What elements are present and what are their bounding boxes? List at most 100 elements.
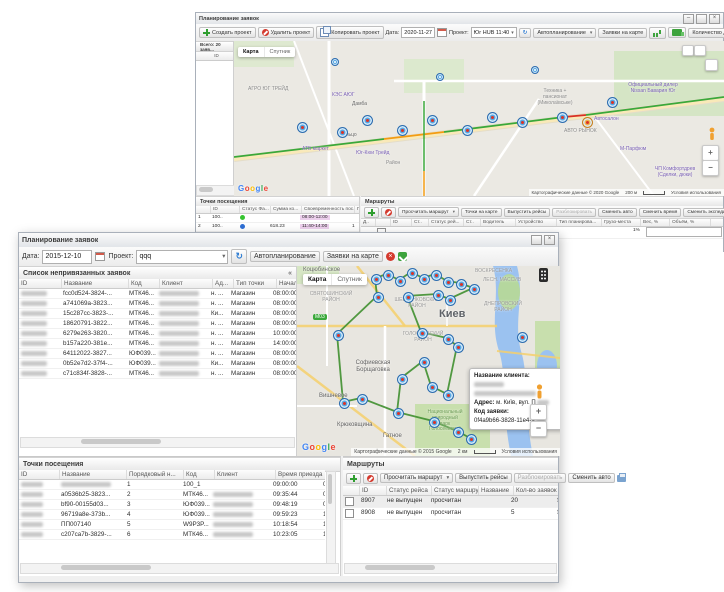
clear-button[interactable]: × bbox=[386, 252, 395, 261]
column-header[interactable]: Грузо-ме... bbox=[355, 206, 359, 213]
bg-zoom-out-button[interactable]: − bbox=[702, 160, 719, 176]
route-stop-marker[interactable] bbox=[419, 357, 430, 368]
route-stop-marker[interactable] bbox=[393, 408, 404, 419]
table-row[interactable]: 0b52e7d2-37f4-...ЮФ039...Ки...Магазин08:… bbox=[19, 359, 296, 369]
column-header[interactable]: Статус рейса bbox=[387, 486, 432, 495]
column-header[interactable]: Своевременность пос... bbox=[302, 206, 355, 213]
route-stop-marker[interactable] bbox=[469, 284, 480, 295]
column-header[interactable]: Название bbox=[479, 486, 514, 495]
table-row[interactable]: ПП0071405W9P3P...10:18:541 bbox=[19, 520, 325, 530]
table-row[interactable]: bf90-00155d03...3ЮФ039...09:48:190 bbox=[19, 500, 325, 510]
bg-layer-satellite-button[interactable]: Спутник bbox=[264, 47, 296, 57]
copy-project-button[interactable]: Копировать проект bbox=[316, 26, 383, 39]
route-stop-marker[interactable] bbox=[443, 334, 454, 345]
bg-add-route-button[interactable] bbox=[364, 207, 379, 218]
date-input[interactable]: 2020-11-27 bbox=[401, 27, 435, 38]
column-header[interactable]: Статус Фа... bbox=[240, 206, 271, 213]
bg-calc-route-button[interactable]: Просчитать маршрут bbox=[398, 207, 459, 217]
column-header[interactable]: ID bbox=[19, 279, 62, 288]
refresh-button[interactable]: ↻ bbox=[519, 28, 532, 38]
remove-route-button[interactable] bbox=[363, 473, 378, 484]
route-stop-marker[interactable] bbox=[557, 112, 568, 123]
project-select[interactable]: qqq bbox=[136, 250, 228, 264]
route-stop-marker[interactable] bbox=[582, 117, 593, 128]
route-stop-marker[interactable] bbox=[443, 277, 454, 288]
autoplan-button[interactable]: Автопланирование bbox=[533, 28, 596, 38]
add-route-button[interactable] bbox=[346, 473, 361, 484]
column-header[interactable]: Код bbox=[129, 279, 160, 288]
routes-map-button[interactable] bbox=[398, 252, 407, 261]
column-header[interactable]: Объём, % bbox=[670, 219, 711, 226]
table-row[interactable]: 8907не выпущенпросчитан20SGU_TST1 ( bbox=[343, 496, 558, 508]
column-header[interactable]: Начало работ bbox=[277, 279, 296, 288]
fg-unassigned-hscroll[interactable] bbox=[20, 437, 295, 448]
table-row[interactable]: 64112022-3827...ЮФ039...н. ...Магазин08:… bbox=[19, 349, 296, 359]
calendar-icon[interactable] bbox=[437, 28, 447, 37]
bg-change-time-button[interactable]: Сменить время bbox=[639, 208, 682, 217]
route-stop-marker[interactable] bbox=[431, 270, 442, 281]
column-header[interactable]: Порядковый н... bbox=[127, 470, 184, 479]
column-header[interactable] bbox=[343, 486, 360, 495]
column-header[interactable]: Название bbox=[60, 470, 127, 479]
collapse-panel-icon[interactable] bbox=[288, 270, 292, 277]
printer-icon[interactable] bbox=[617, 475, 626, 482]
route-stop-marker[interactable] bbox=[333, 330, 344, 341]
route-stop-marker[interactable] bbox=[337, 127, 348, 138]
column-header[interactable]: Грузо-места bbox=[602, 219, 641, 226]
column-header[interactable]: Д.. bbox=[361, 219, 376, 226]
release-trips-button[interactable]: Выпустить рейсы bbox=[455, 473, 511, 483]
column-header[interactable]: Ад... bbox=[213, 279, 234, 288]
fg-routes-hscroll[interactable] bbox=[344, 563, 557, 574]
column-header[interactable]: Тип точки bbox=[234, 279, 277, 288]
pegman-icon[interactable] bbox=[535, 384, 544, 399]
bg-orders-panel-header[interactable]: Всего: 20 заяв... bbox=[196, 41, 233, 52]
bg-orders-hscroll[interactable] bbox=[196, 185, 235, 196]
table-row[interactable]: 2100..618.2311:40-14:001 bbox=[196, 223, 359, 232]
table-row[interactable]: b157a220-381e...МТК46...н. ...Магазин14:… bbox=[19, 339, 296, 349]
traffic-light-icon[interactable] bbox=[539, 268, 548, 282]
route-stop-marker[interactable] bbox=[383, 270, 394, 281]
fg-visits-vscroll[interactable] bbox=[326, 471, 336, 565]
table-row[interactable]: fcc0d524-3824-...МТК46...н. ...Магазин08… bbox=[19, 289, 296, 299]
column-header[interactable]: Ст.. bbox=[464, 219, 481, 226]
column-header[interactable] bbox=[376, 219, 391, 226]
close-button[interactable]: × bbox=[544, 235, 555, 245]
column-header[interactable]: Ст.. bbox=[412, 219, 429, 226]
column-header[interactable]: Сумма ко... bbox=[271, 206, 302, 213]
route-stop-marker[interactable] bbox=[429, 417, 440, 428]
route-stop-marker[interactable] bbox=[607, 97, 618, 108]
route-stop-marker[interactable] bbox=[443, 390, 454, 401]
bg-pegman-icon[interactable] bbox=[708, 127, 716, 141]
route-stop-marker[interactable] bbox=[371, 274, 382, 285]
column-header[interactable]: ID bbox=[360, 486, 387, 495]
column-header[interactable]: ID bbox=[391, 219, 412, 226]
fg-visits-hscroll[interactable] bbox=[20, 563, 339, 574]
fg-layer-satellite-button[interactable]: Спутник bbox=[331, 274, 367, 285]
route-stop-marker[interactable] bbox=[462, 125, 473, 136]
zoom-in-button[interactable]: + bbox=[530, 404, 547, 420]
bg-filter-input[interactable] bbox=[646, 227, 722, 237]
route-stop-marker[interactable] bbox=[445, 295, 456, 306]
change-auto-button[interactable]: Сменить авто bbox=[568, 473, 614, 483]
route-stop-marker[interactable] bbox=[331, 58, 339, 66]
column-header[interactable]: Кол-во заявок bbox=[514, 486, 558, 495]
date-input[interactable]: 2015-12-10 bbox=[42, 250, 92, 264]
column-header[interactable]: Статус рей... bbox=[429, 219, 464, 226]
fg-visits-grid[interactable]: IDНазваниеПорядковый н...КодКлиентВремя … bbox=[19, 470, 325, 564]
table-row[interactable]: c207ca7b-3829-...6МТК46...10:23:051 bbox=[19, 530, 325, 540]
route-stop-marker[interactable] bbox=[417, 328, 428, 339]
route-stop-marker[interactable] bbox=[397, 125, 408, 136]
route-stop-marker[interactable] bbox=[433, 290, 444, 301]
table-row[interactable]: 96719a8e-373b...4ЮФ039...09:59:231 bbox=[19, 510, 325, 520]
route-stop-marker[interactable] bbox=[453, 342, 464, 353]
calendar-icon[interactable] bbox=[95, 252, 105, 261]
table-row[interactable]: 1100..08:00-12:00 bbox=[196, 214, 359, 223]
fg-unassigned-grid[interactable]: IDНазваниеКодКлиентАд...Тип точкиНачало … bbox=[19, 279, 296, 424]
fg-layer-map-button[interactable]: Карта bbox=[303, 274, 331, 285]
bg-map-tool-button-2[interactable] bbox=[694, 45, 706, 56]
route-stop-marker[interactable] bbox=[397, 374, 408, 385]
bg-map[interactable]: АГРО ЮГ ТРЕЙДКЭС АЮГДамбаКольцоАТБ марке… bbox=[234, 41, 724, 196]
project-select[interactable]: Юг HUB 11:40 bbox=[471, 27, 517, 38]
table-row[interactable]: 6279e263-3820...МТК46...н. ...Магазин10:… bbox=[19, 329, 296, 339]
route-stop-marker[interactable] bbox=[419, 274, 430, 285]
